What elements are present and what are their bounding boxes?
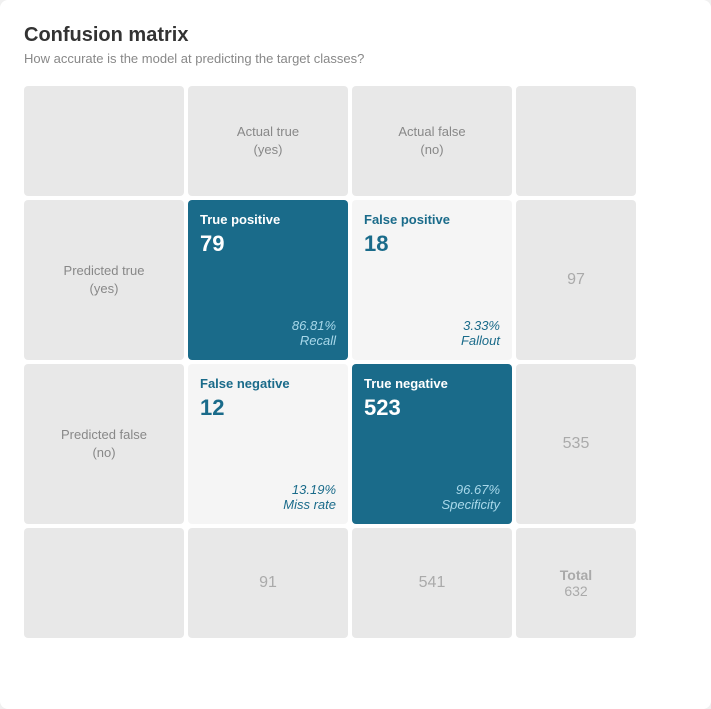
- true-positive-percent-label: Recall: [200, 333, 336, 348]
- predicted-false-label: Predicted false(no): [61, 426, 147, 462]
- cell-false-positive: False positive 18 3.33% Fallout: [352, 200, 512, 360]
- cell-grand-total: Total 632: [516, 528, 636, 638]
- true-negative-percent: 96.67%: [364, 482, 500, 497]
- false-negative-percent: 13.19%: [200, 482, 336, 497]
- row2-total-value: 535: [563, 435, 590, 453]
- false-negative-percent-label: Miss rate: [200, 497, 336, 512]
- true-positive-percent: 86.81%: [200, 318, 336, 333]
- false-positive-header: False positive: [364, 212, 450, 227]
- cell-actual-false-header: Actual false(no): [352, 86, 512, 196]
- actual-true-label: Actual true(yes): [237, 123, 299, 159]
- true-positive-header: True positive: [200, 212, 280, 227]
- actual-false-label: Actual false(no): [398, 123, 465, 159]
- cell-row1-total: 97: [516, 200, 636, 360]
- false-negative-header: False negative: [200, 376, 290, 391]
- cell-predicted-false-header: Predicted false(no): [24, 364, 184, 524]
- predicted-true-label: Predicted true(yes): [64, 262, 145, 298]
- confusion-matrix-grid: Actual true(yes) Actual false(no) Predic…: [24, 86, 687, 638]
- cell-col2-total: 541: [352, 528, 512, 638]
- cell-true-positive: True positive 79 86.81% Recall: [188, 200, 348, 360]
- true-positive-value: 79: [200, 231, 224, 257]
- cell-col1-total: 91: [188, 528, 348, 638]
- col1-total-value: 91: [259, 574, 277, 592]
- cell-predicted-true-header: Predicted true(yes): [24, 200, 184, 360]
- col2-total-value: 541: [419, 574, 446, 592]
- confusion-matrix-card: Confusion matrix How accurate is the mod…: [0, 0, 711, 709]
- cell-true-negative: True negative 523 96.67% Specificity: [352, 364, 512, 524]
- cell-empty-top-left: [24, 86, 184, 196]
- card-subtitle: How accurate is the model at predicting …: [24, 51, 687, 66]
- false-positive-value: 18: [364, 231, 388, 257]
- cell-false-negative: False negative 12 13.19% Miss rate: [188, 364, 348, 524]
- cell-empty-bottom-left: [24, 528, 184, 638]
- card-title: Confusion matrix: [24, 24, 687, 47]
- true-negative-value: 523: [364, 395, 401, 421]
- cell-actual-true-header: Actual true(yes): [188, 86, 348, 196]
- true-negative-header: True negative: [364, 376, 448, 391]
- cell-row2-total: 535: [516, 364, 636, 524]
- false-negative-value: 12: [200, 395, 224, 421]
- grand-total-value: 632: [564, 583, 587, 599]
- cell-empty-top-right: [516, 86, 636, 196]
- false-positive-percent: 3.33%: [364, 318, 500, 333]
- grand-total-label: Total: [560, 567, 592, 583]
- true-negative-percent-label: Specificity: [364, 497, 500, 512]
- row1-total-value: 97: [567, 271, 585, 289]
- false-positive-percent-label: Fallout: [364, 333, 500, 348]
